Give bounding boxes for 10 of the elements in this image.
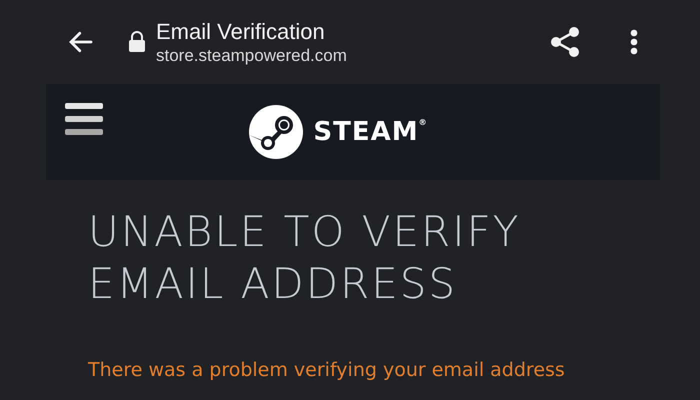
error-message: There was a problem verifying your email address [88, 358, 566, 383]
lock-icon [128, 31, 146, 53]
share-icon[interactable] [550, 26, 580, 58]
steam-wordmark: STEAM® [313, 116, 427, 148]
menu-icon[interactable] [65, 103, 103, 135]
more-options-icon[interactable] [630, 29, 638, 55]
error-heading: UNABLE TO VERIFY EMAIL ADDRESS [88, 206, 522, 310]
page-url: store.steampowered.com [156, 45, 347, 66]
page-title: Email Verification [156, 18, 326, 46]
steam-logo-icon [249, 105, 304, 159]
